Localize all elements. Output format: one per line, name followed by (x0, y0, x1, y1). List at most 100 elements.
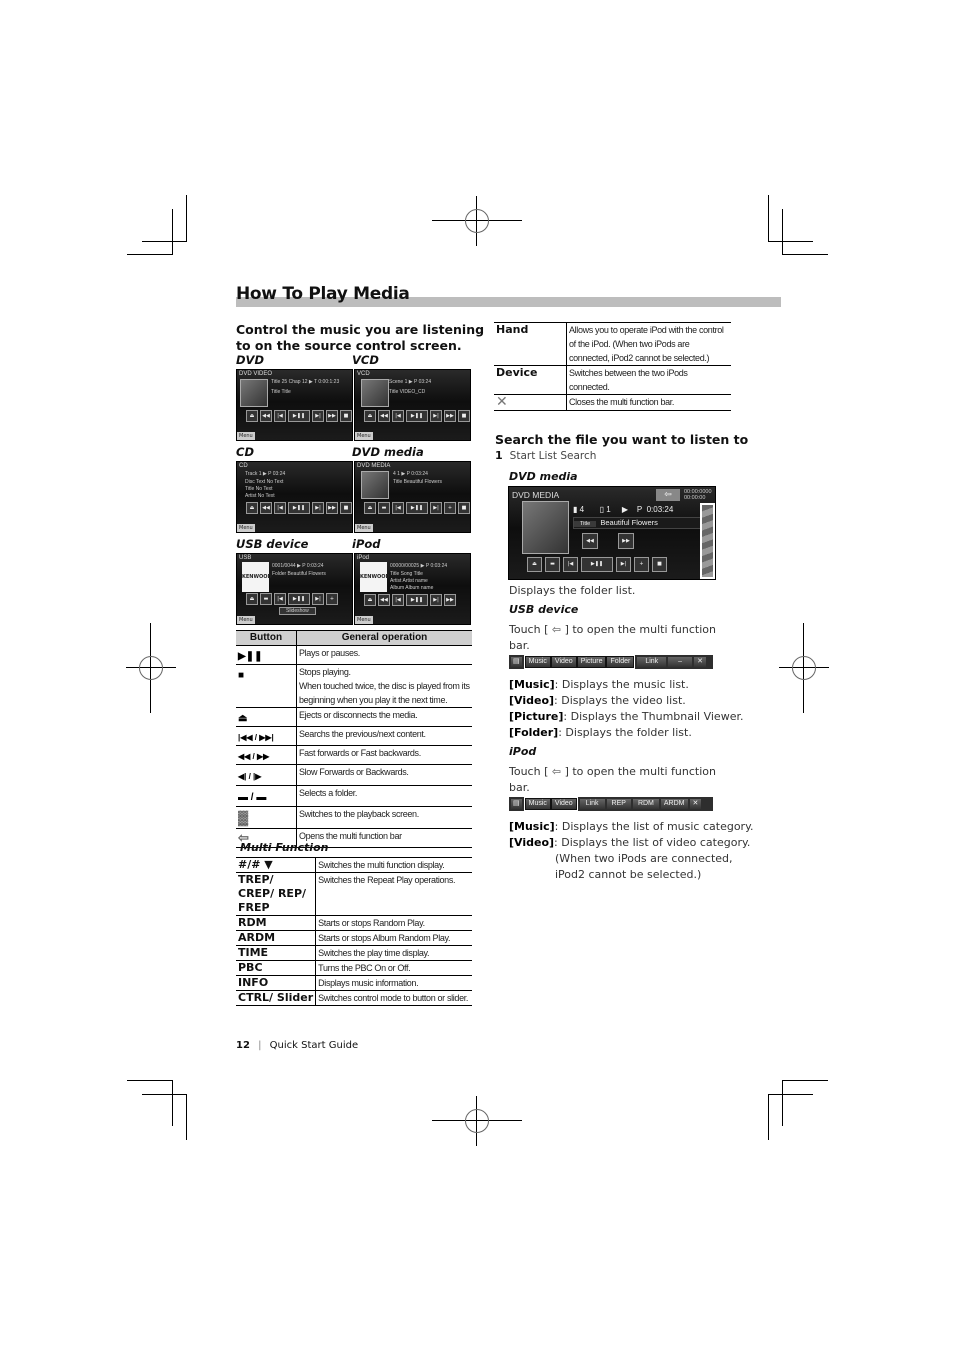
menu-button: Menu (237, 616, 255, 624)
menu-button: Menu (355, 524, 373, 532)
play-mode: P (636, 505, 643, 514)
search-heading: Search the file you want to listen to (495, 432, 749, 447)
ipod-items-list: [Music]: Displays the list of music cate… (509, 819, 754, 883)
dvd-media-label: DVD media (509, 470, 578, 483)
row-description: Switches between the two iPods connected… (566, 365, 731, 395)
table-row: ◀◀ / ▶▶ Fast forwards or Fast backwards. (236, 745, 472, 765)
touch-text-pre: Touch [ (509, 765, 549, 778)
mode-icon: ▤ (511, 657, 522, 667)
title-value: Beautiful Flowers (600, 518, 658, 527)
back-arrow-icon: ⇦ (551, 765, 562, 778)
usb-bar-video-button[interactable]: Video (551, 657, 576, 667)
close-icon[interactable]: ✕ (689, 799, 702, 809)
play-state-icon: ▶ (621, 505, 629, 514)
multi-function-table: #/# ▼ Switches the multi function display… (236, 857, 472, 1006)
close-icon[interactable]: ✕ (694, 657, 706, 667)
folder-count-icon: ▮ (573, 505, 578, 514)
screen-label-dvd: DVD (236, 353, 264, 367)
registration-mark-right (779, 623, 829, 713)
control-buttons: ⏏ ◀◀ |◀ ▶❚❚ ▶| ▶▶ (364, 594, 456, 606)
screen-disc-text-line: Disc Text No Text (245, 479, 284, 485)
button-operation-table: Button General operation ▶❚❚ Plays or pa… (236, 630, 472, 848)
screen-artist-line: Artist Artist name (390, 578, 428, 584)
ipod-touch-instruction: Touch [ ⇦ ] to open the multi function b… (509, 764, 734, 796)
dvd-media-screen: DVD MEDIA ⇦ 00:00:0000 00:00:00 ▮ 4 ▯ 1 … (508, 486, 716, 580)
screen-info-line: 0001/0044 ▶ P 0:03:24 (272, 563, 324, 569)
row-description: Allows you to operate iPod with the cont… (566, 322, 731, 366)
column-header-button: Button (236, 630, 297, 646)
usb-bar-picture-button[interactable]: Picture (577, 657, 606, 667)
control-buttons: ⏏ ◀◀ |◀ ▶❚❚ ▶| ▶▶ ■ (246, 410, 352, 422)
control-buttons: ⏏ ▬ |◀ ▶❚❚ ▶| + ■ (527, 557, 667, 572)
screenshot-usb: USB KENWOOD 0001/0044 ▶ P 0:03:24 Folder… (236, 553, 353, 625)
usb-bar-music-button[interactable]: Music (525, 657, 550, 667)
usb-device-label: USB device (509, 603, 579, 616)
fast-rewind-forward-icon: ◀◀ / ▶▶ (238, 752, 270, 761)
registration-mark-bottom (432, 1096, 522, 1146)
control-buttons: ⏏ ◀◀ |◀ ▶❚❚ ▶| ▶▶ ■ (364, 410, 470, 422)
screen-album-line: Album Album name (390, 585, 434, 591)
screen-header: USB (239, 555, 252, 561)
ipod-bar-music-button[interactable]: Music (525, 799, 550, 809)
screen-title-line: Title Song Title (390, 571, 423, 577)
row-description: Plays or pauses. (296, 645, 472, 665)
table-row: INFO Displays music information. (236, 975, 472, 991)
table-row: ⏏ Ejects or disconnects the media. (236, 707, 472, 727)
registration-mark-top (432, 196, 522, 246)
row-description: Switches the play time display. (315, 945, 472, 961)
screen-info-line: Scene 1 ▶ P 03:24 (389, 379, 432, 385)
usb-item: [Video]: Displays the video list. (509, 694, 686, 707)
mode-icon: ▤ (511, 799, 522, 809)
table-row: ▬ / ▬ Selects a folder. (236, 785, 472, 807)
row-description: Searchs the previous/next content. (296, 726, 472, 746)
usb-items-list: [Music]: Displays the music list. [Video… (509, 677, 743, 741)
menu-button: Menu (355, 432, 373, 440)
ipod-item: [Video]: Displays the list of video cate… (509, 836, 751, 849)
ipod-note: (When two iPods are connected, iPod2 can… (555, 852, 733, 881)
column-header-operation: General operation (296, 630, 472, 646)
ipod-bar-rep-button[interactable]: REP (606, 799, 631, 809)
eject-icon: ⏏ (238, 713, 248, 724)
menu-button: Menu (355, 616, 373, 624)
usb-bar-dash-button[interactable]: – (668, 657, 693, 667)
ipod-bar-link-button[interactable]: Link (579, 799, 605, 809)
row-description: Selects a folder. (296, 785, 472, 807)
screen-info-line: 4 1 ▶ P 0:03:24 (393, 471, 428, 477)
screen-header: CD (239, 463, 248, 469)
close-icon: ✕ (496, 394, 508, 410)
stop-icon: ■ (238, 670, 245, 681)
screen-label-dvd-media: DVD media (352, 445, 424, 459)
table-row: #/# ▼ Switches the multi function display… (236, 857, 472, 873)
screen-info-line: Track 1 ▶ P 03:24 (245, 471, 286, 477)
menu-button: Menu (237, 432, 255, 440)
row-description: Starts or stops Random Play. (315, 915, 472, 931)
usb-item: [Picture]: Displays the Thumbnail Viewer… (509, 710, 744, 723)
ipod-bar-ardm-button[interactable]: ARDM (660, 799, 688, 809)
screen-header: iPod (357, 555, 370, 561)
usb-bar-folder-button[interactable]: Folder (607, 657, 634, 667)
usb-multi-function-bar: ▤ Music Video Picture Folder Link – ✕ (509, 655, 713, 669)
ipod-bar-video-button[interactable]: Video (551, 799, 576, 809)
screenshot-vcd: VCD Scene 1 ▶ P 03:24 Title VIDEO_CD ⏏ ◀◀… (354, 369, 471, 441)
ipod-bar-rdm-button[interactable]: RDM (632, 799, 659, 809)
row-key: PBC (236, 960, 316, 976)
page-number: 12 (236, 1040, 250, 1051)
control-buttons: ⏏ ▬ |◀ ▶❚❚ ▶| + (246, 593, 338, 605)
control-buttons: ⏏ ▬ |◀ ▶❚❚ ▶| + ■ (364, 502, 470, 514)
heading-line-1: Control the music you are listening (236, 322, 485, 337)
row-key: CTRL/ Slider (236, 990, 316, 1006)
screen-label-cd: CD (236, 445, 254, 459)
ipod-label: iPod (509, 745, 537, 758)
screen-folder-line: Folder Beautiful Flowers (272, 571, 326, 577)
play-pause-icon: ▶❚❚ (238, 651, 263, 662)
usb-highlighted-group: Music Video Picture Folder (523, 655, 636, 669)
folder-icon: ▬ / ▬ (238, 792, 267, 803)
row-key: Device (494, 365, 567, 395)
table-row: ▶❚❚ Plays or pauses. (236, 645, 472, 665)
ipod-multi-function-bar: ▤ Music Video Link REP RDM ARDM ✕ (509, 797, 713, 811)
file-number: 1 (606, 505, 611, 514)
screen-info-line: Title 25 Chap 12 ▶ T 0:00:1:23 (271, 379, 340, 385)
clapperboard-thumbnail (361, 471, 389, 499)
ipod-highlighted-group: Music Video (523, 797, 578, 811)
usb-bar-link-button[interactable]: Link (637, 657, 667, 667)
